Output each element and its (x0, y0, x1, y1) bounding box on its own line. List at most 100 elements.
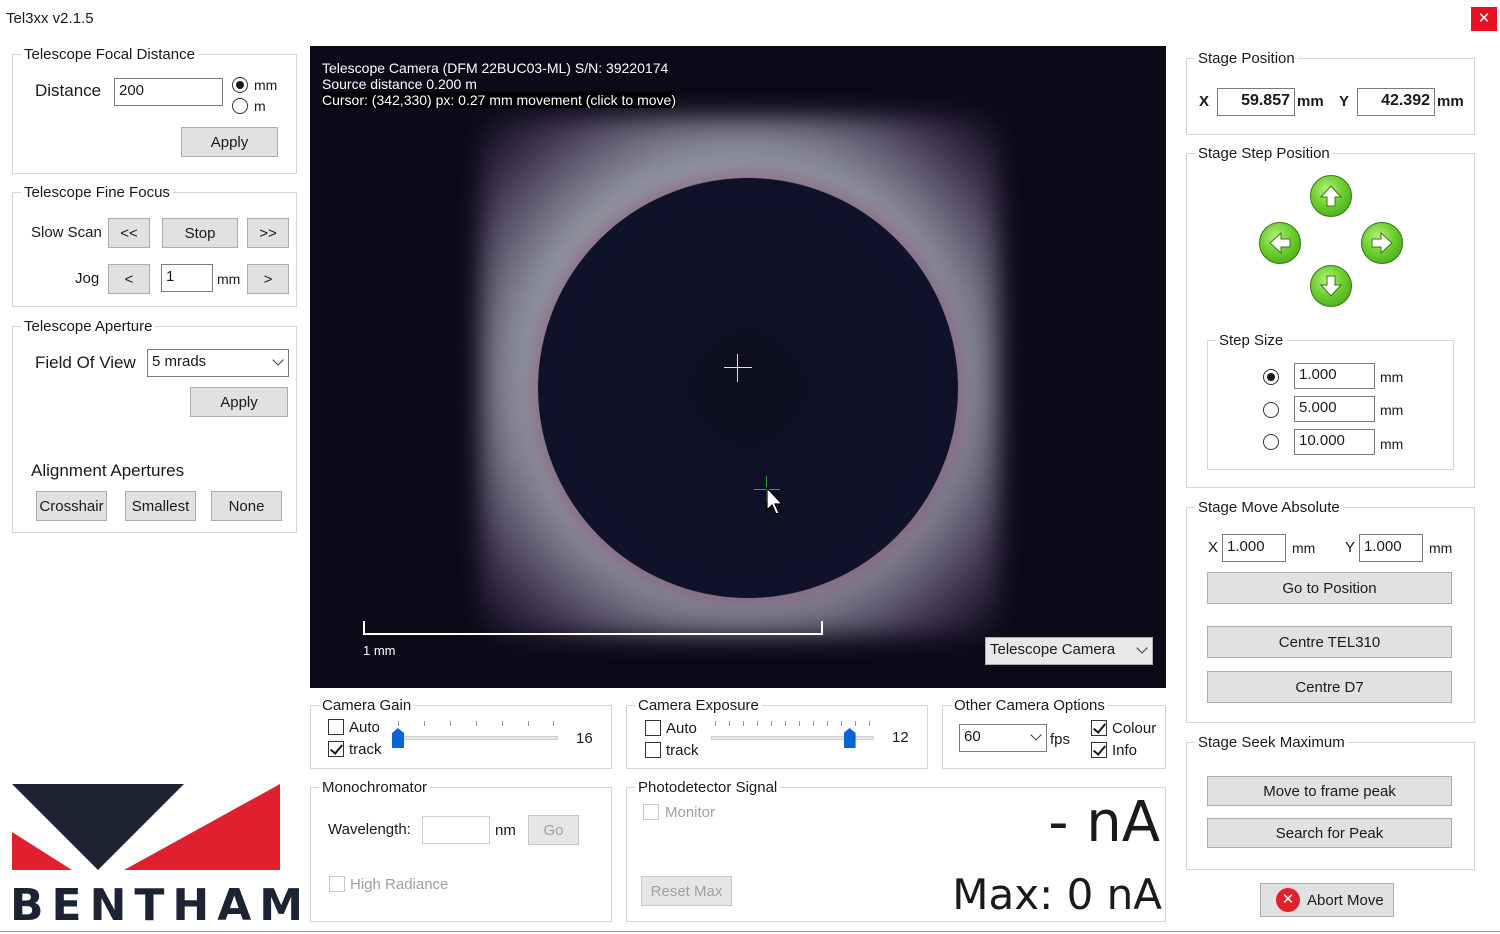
fov-select-value: 5 mrads (152, 353, 207, 370)
fps-label: fps (1050, 731, 1071, 748)
gain-track-label: track (349, 741, 382, 758)
photodetector-legend: Photodetector Signal (638, 779, 778, 796)
monochromator-group: Monochromator (310, 779, 612, 922)
gain-auto-checkbox[interactable] (328, 719, 344, 735)
step-size-unit-2: mm (1380, 402, 1404, 418)
fine-focus-legend: Telescope Fine Focus (24, 184, 170, 201)
camera-source-select[interactable]: Telescope Camera (985, 637, 1153, 665)
smallest-button[interactable]: Smallest (125, 491, 196, 521)
stage-y-label: Y (1339, 93, 1350, 110)
wavelength-go-button[interactable]: Go (528, 815, 579, 845)
step-down-button[interactable] (1310, 265, 1352, 307)
abs-x-label: X (1208, 539, 1219, 556)
exposure-auto-label: Auto (666, 720, 697, 737)
go-to-position-button[interactable]: Go to Position (1207, 572, 1452, 604)
wavelength-input[interactable] (422, 816, 490, 844)
step-size-input-3[interactable]: 10.000 (1294, 429, 1375, 455)
stage-x-unit: mm (1297, 93, 1324, 110)
camera-info-line3: Cursor: (342,330) px: 0.27 mm movement (… (322, 92, 677, 108)
unit-m-radio[interactable] (232, 98, 248, 114)
scale-bar (363, 621, 823, 635)
step-size-radio-2[interactable] (1263, 402, 1279, 418)
monochromator-legend: Monochromator (322, 779, 428, 796)
crosshair-button[interactable]: Crosshair (36, 491, 107, 521)
step-size-radio-3[interactable] (1263, 434, 1279, 450)
arrow-up-icon (1319, 185, 1343, 207)
exposure-value: 12 (892, 729, 909, 746)
fov-select[interactable]: 5 mrads (147, 349, 289, 377)
stage-seek-legend: Stage Seek Maximum (1198, 734, 1345, 751)
step-up-button[interactable] (1310, 175, 1352, 217)
scan-rewind-button[interactable]: << (108, 218, 150, 248)
colour-label: Colour (1112, 720, 1157, 737)
fps-select[interactable]: 60 (959, 724, 1047, 752)
centre-d7-button[interactable]: Centre D7 (1207, 671, 1452, 703)
exposure-track-checkbox[interactable] (645, 742, 661, 758)
monitor-checkbox[interactable] (643, 804, 659, 820)
camera-overlay-text: Telescope Camera (DFM 22BUC03-ML) S/N: 3… (322, 60, 677, 108)
aperture-apply-button[interactable]: Apply (190, 387, 288, 417)
camera-exposure-legend: Camera Exposure (638, 697, 759, 714)
none-button[interactable]: None (211, 491, 282, 521)
arrow-left-icon (1269, 231, 1291, 255)
step-size-radio-1[interactable] (1263, 369, 1279, 385)
focal-apply-button[interactable]: Apply (181, 127, 278, 157)
chevron-down-icon (272, 354, 284, 366)
distance-input[interactable]: 200 (114, 78, 223, 106)
stage-move-absolute-legend: Stage Move Absolute (1198, 499, 1340, 516)
bentham-logo-text: BENTHAM (10, 880, 312, 931)
info-checkbox[interactable] (1091, 742, 1107, 758)
max-signal-value: Max: 0 nA (952, 870, 1162, 919)
colour-checkbox[interactable] (1091, 720, 1107, 736)
scale-bar-label: 1 mm (363, 643, 396, 658)
step-size-input-2[interactable]: 5.000 (1294, 396, 1375, 422)
step-left-button[interactable] (1259, 222, 1301, 264)
abs-y-input[interactable]: 1.000 (1359, 534, 1423, 562)
camera-view[interactable]: Telescope Camera (DFM 22BUC03-ML) S/N: 3… (310, 46, 1166, 688)
close-button[interactable]: ✕ (1471, 7, 1497, 31)
exposure-auto-checkbox[interactable] (645, 720, 661, 736)
camera-source-value: Telescope Camera (990, 641, 1116, 658)
scan-stop-button[interactable]: Stop (162, 218, 238, 248)
bentham-logo-mark (12, 784, 280, 870)
unit-mm-radio[interactable] (232, 77, 248, 93)
mouse-pointer-icon (766, 486, 784, 515)
camera-info-line1: Telescope Camera (DFM 22BUC03-ML) S/N: 3… (322, 60, 669, 76)
window-bottom-border (0, 931, 1500, 932)
gain-slider-track[interactable] (395, 736, 558, 740)
arrow-down-icon (1319, 275, 1343, 297)
fov-label: Field Of View (35, 353, 136, 372)
chevron-down-icon (1030, 729, 1042, 741)
focal-distance-legend: Telescope Focal Distance (24, 46, 195, 63)
step-right-button[interactable] (1361, 222, 1403, 264)
camera-dark-circle (538, 178, 958, 598)
stage-x-label: X (1199, 93, 1210, 110)
gain-track-checkbox[interactable] (328, 741, 344, 757)
aperture-legend: Telescope Aperture (24, 318, 153, 335)
slow-scan-label: Slow Scan (31, 224, 102, 241)
stage-y-unit: mm (1437, 93, 1464, 110)
wavelength-label: Wavelength: (328, 821, 411, 838)
step-size-unit-3: mm (1380, 436, 1404, 452)
abs-x-input[interactable]: 1.000 (1222, 534, 1286, 562)
scan-forward-button[interactable]: >> (247, 218, 289, 248)
search-for-peak-button[interactable]: Search for Peak (1207, 818, 1452, 848)
exposure-track-label: track (666, 742, 699, 759)
reset-max-button[interactable]: Reset Max (641, 876, 732, 906)
abort-move-label: Abort Move (1307, 891, 1384, 909)
gain-slider-ticks (398, 721, 558, 726)
stage-step-legend: Stage Step Position (1198, 145, 1330, 162)
jog-input[interactable]: 1 (161, 264, 213, 292)
step-size-input-1[interactable]: 1.000 (1294, 363, 1375, 389)
camera-info-line2: Source distance 0.200 m (322, 76, 477, 92)
center-crosshair-h (724, 367, 752, 368)
jog-back-button[interactable]: < (108, 264, 150, 294)
move-to-frame-peak-button[interactable]: Move to frame peak (1207, 776, 1452, 806)
title-bar (0, 0, 1500, 38)
centre-tel310-button[interactable]: Centre TEL310 (1207, 626, 1452, 658)
jog-unit: mm (217, 271, 241, 287)
distance-label: Distance (35, 81, 102, 100)
high-radiance-checkbox[interactable] (329, 876, 345, 892)
jog-forward-button[interactable]: > (247, 264, 289, 294)
high-radiance-label: High Radiance (350, 876, 449, 893)
